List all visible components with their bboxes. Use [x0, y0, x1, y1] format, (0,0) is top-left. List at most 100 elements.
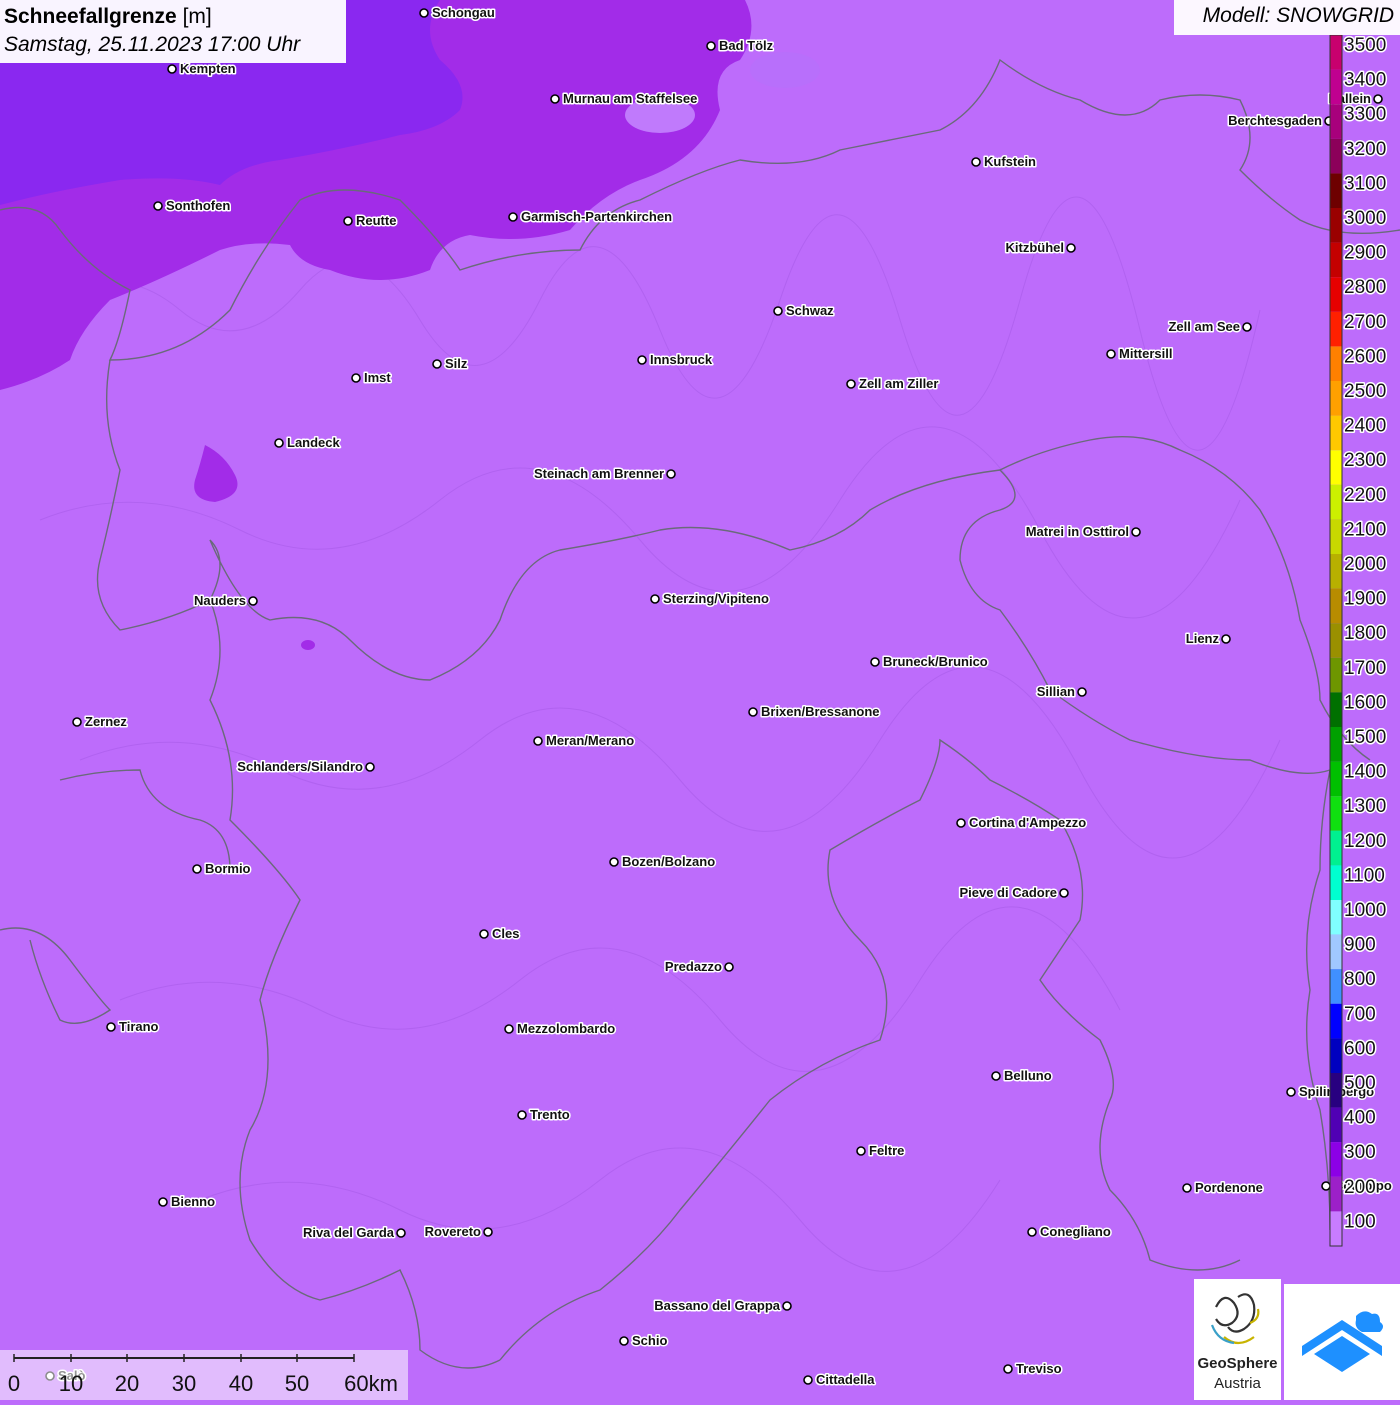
legend-label: 1200: [1344, 831, 1386, 852]
legend-label: 3300: [1344, 104, 1386, 125]
city-dot: [1242, 322, 1252, 332]
legend-label: 900: [1344, 935, 1376, 956]
city-marker: Garmisch-Partenkirchen: [508, 208, 674, 226]
city-label: Bassano del Grappa: [654, 1298, 780, 1313]
city-dot: [419, 8, 429, 18]
city-dot: [248, 596, 258, 606]
city-marker: Zell am Ziller: [846, 375, 940, 393]
title-main: Schneefallgrenze: [4, 5, 177, 28]
city-dot: [153, 201, 163, 211]
app-logo: [1284, 1284, 1400, 1400]
city-marker: Bassano del Grappa: [653, 1297, 792, 1315]
legend-swatch: [1330, 104, 1342, 139]
city-label: Sillian: [1037, 684, 1075, 699]
title-datetime: Samstag, 25.11.2023 17:00 Uhr: [4, 33, 301, 56]
city-label: Cittadella: [816, 1372, 875, 1387]
legend-label: 2400: [1344, 416, 1386, 437]
legend-label: 3400: [1344, 70, 1386, 91]
city-label: Imst: [364, 370, 391, 385]
legend-label: 1000: [1344, 900, 1386, 921]
legend-label: 3100: [1344, 173, 1386, 194]
legend-label: 800: [1344, 969, 1376, 990]
legend-label: 1900: [1344, 589, 1386, 610]
city-dot: [956, 818, 966, 828]
city-marker: Sterzing/Vipiteno: [650, 590, 770, 608]
city-dot: [1106, 349, 1116, 359]
city-dot: [706, 41, 716, 51]
legend-label: 1700: [1344, 658, 1386, 679]
legend-label: 300: [1344, 1142, 1376, 1163]
legend-swatch: [1330, 35, 1342, 70]
city-label: Berchtesgaden: [1228, 113, 1322, 128]
city-dot: [508, 212, 518, 222]
city-dot: [517, 1110, 527, 1120]
city-label: Landeck: [287, 435, 341, 450]
city-marker: Pieve di Cadore: [958, 884, 1069, 902]
city-label: Kitzbühel: [1006, 240, 1065, 255]
legend-swatch: [1330, 484, 1342, 520]
city-dot: [1027, 1227, 1037, 1237]
legend-label: 2300: [1344, 450, 1386, 471]
city-label: Mittersill: [1119, 346, 1172, 361]
city-marker: Innsbruck: [637, 351, 714, 369]
legend-swatch: [1330, 381, 1342, 416]
city-dot: [158, 1197, 168, 1207]
city-dot: [192, 864, 202, 874]
legend-label: 3200: [1344, 139, 1386, 160]
legend-label: 2700: [1344, 312, 1386, 333]
legend-label: 2600: [1344, 346, 1386, 367]
city-marker: Berchtesgaden: [1227, 112, 1334, 130]
city-label: Zell am See: [1168, 319, 1240, 334]
city-dot: [396, 1228, 406, 1238]
city-label: Schlanders/Silandro: [237, 759, 363, 774]
geosphere-text-2: Austria: [1214, 1375, 1261, 1392]
geosphere-logo-icon: [1210, 1293, 1260, 1345]
city-marker: Sonthofen: [153, 197, 232, 215]
city-label: Zernez: [85, 714, 127, 729]
city-dot: [72, 717, 82, 727]
legend-label: 2100: [1344, 519, 1386, 540]
scale-bar-svg: 0 10 20 30 40 50 60km: [8, 1354, 398, 1396]
legend-label: 1800: [1344, 623, 1386, 644]
legend-swatch: [1330, 1142, 1342, 1177]
legend-swatch: [1330, 208, 1342, 243]
city-label: Kufstein: [984, 154, 1036, 169]
city-label: Schongau: [432, 5, 495, 20]
city-marker: Riva del Garda: [301, 1224, 406, 1242]
legend-swatch: [1330, 173, 1342, 208]
legend-label: 700: [1344, 1004, 1376, 1025]
legend-swatch: [1330, 900, 1342, 935]
scale-tick-label: 50: [285, 1371, 309, 1396]
legend-label: 1600: [1344, 692, 1386, 713]
map-title: Schneefallgrenze [m] Samstag, 25.11.2023…: [0, 0, 346, 63]
city-dot: [343, 216, 353, 226]
city-dot: [1077, 687, 1087, 697]
city-marker: Meran/Merano: [533, 732, 636, 750]
scale-tick-label: 10: [59, 1371, 83, 1396]
city-label: Pordenone: [1195, 1180, 1263, 1195]
city-label: Reutte: [356, 213, 396, 228]
legend-swatch: [1330, 415, 1342, 451]
city-marker: Bruneck/Brunico: [870, 653, 989, 671]
city-dot: [666, 469, 676, 479]
city-dot: [637, 355, 647, 365]
city-dot: [1321, 1181, 1331, 1191]
legend-label: 100: [1344, 1211, 1376, 1232]
legend-swatch: [1330, 761, 1342, 797]
legend-swatch: [1330, 69, 1342, 105]
legend-swatch: [1330, 311, 1342, 347]
city-label: Riva del Garda: [303, 1225, 395, 1240]
legend-swatch: [1330, 692, 1342, 727]
city-dot: [106, 1022, 116, 1032]
city-dot: [351, 373, 361, 383]
city-marker: Cortina d'Ampezzo: [956, 814, 1088, 832]
geosphere-logo: GeoSphere Austria: [1194, 1279, 1281, 1400]
legend-label: 2900: [1344, 243, 1386, 264]
city-label: Bad Tölz: [719, 38, 774, 53]
legend-label: 1500: [1344, 727, 1386, 748]
city-label: Zell am Ziller: [859, 376, 938, 391]
legend-swatch: [1330, 554, 1342, 589]
model-label: Modell: SNOWGRID: [1174, 0, 1400, 35]
legend-label: 2800: [1344, 277, 1386, 298]
legend-swatch: [1330, 830, 1342, 866]
